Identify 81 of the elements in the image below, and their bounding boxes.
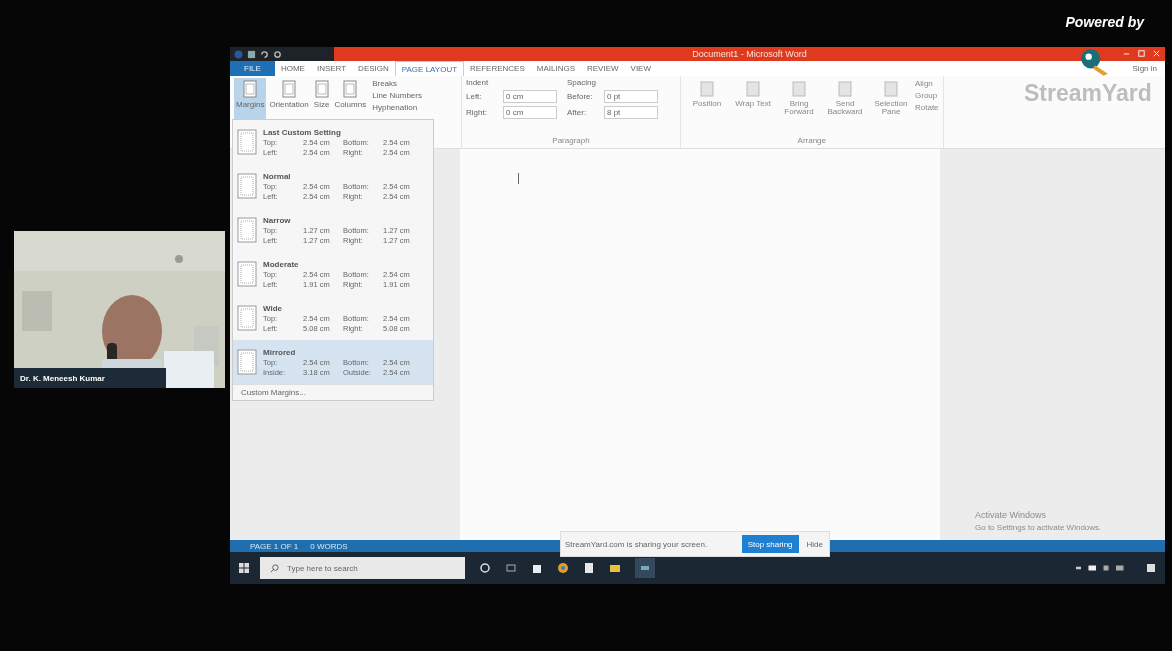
ribbon-tab[interactable]: INSERT xyxy=(310,61,353,76)
task-view-icon[interactable] xyxy=(505,562,517,574)
field-label: Right: xyxy=(466,108,488,117)
powered-by-label: Powered by xyxy=(1065,14,1144,30)
ribbon-button[interactable]: Size xyxy=(311,78,332,120)
margin-page-icon xyxy=(237,305,257,331)
spin-field[interactable]: 8 pt xyxy=(604,106,658,119)
participant-name: Dr. K. Meneesh Kumar xyxy=(14,368,166,388)
field-label: Before: xyxy=(567,92,594,101)
save-icon[interactable] xyxy=(247,49,256,59)
arrange-icon xyxy=(745,80,761,98)
ribbon-tab[interactable]: HOME xyxy=(274,61,311,76)
ribbon-button[interactable]: Selection Pane xyxy=(869,78,913,120)
share-message: StreamYard.com is sharing your screen. xyxy=(565,539,709,549)
ribbon-button[interactable]: Wrap Text xyxy=(731,78,775,120)
ribbon-button[interactable]: Columns xyxy=(332,78,369,120)
ribbon-menu-button[interactable]: Breaks xyxy=(372,79,422,88)
folder-icon[interactable] xyxy=(609,562,621,574)
page-icon xyxy=(242,80,259,98)
field-label: After: xyxy=(567,108,588,117)
ribbon-tab[interactable]: REFERENCES xyxy=(464,61,531,76)
ribbon-button[interactable]: Bring Forward xyxy=(777,78,821,120)
arrange-icon xyxy=(699,80,715,98)
redo-icon[interactable] xyxy=(273,49,282,59)
sign-in-link[interactable]: Sign in xyxy=(1132,64,1165,73)
activation-title: Activate Windows xyxy=(975,510,1048,520)
group-label: Arrange xyxy=(797,136,826,146)
arrange-icon xyxy=(791,80,807,98)
ribbon-button[interactable]: Margins xyxy=(234,78,267,120)
custom-margins-item[interactable]: Custom Margins... xyxy=(233,384,433,400)
app-window-icon[interactable] xyxy=(635,558,655,578)
hide-button[interactable]: Hide xyxy=(804,539,825,549)
ribbon-menu-button[interactable]: Hyphenation xyxy=(372,103,422,112)
spin-field[interactable]: 0 cm xyxy=(503,106,557,119)
group-label: Paragraph xyxy=(552,136,590,146)
chrome-icon[interactable] xyxy=(557,562,569,574)
page-icon xyxy=(342,80,359,98)
ribbon-tab[interactable]: DESIGN xyxy=(352,61,395,76)
spin-field[interactable]: 0 pt xyxy=(604,90,658,103)
margin-page-icon xyxy=(237,217,257,243)
windows-start-icon[interactable] xyxy=(238,562,250,574)
ribbon-button[interactable]: Orientation xyxy=(267,78,311,120)
taskbar-search-field[interactable]: Type here to search xyxy=(260,557,465,579)
close-icon[interactable] xyxy=(1152,49,1161,58)
group-heading: Spacing xyxy=(567,78,597,87)
ribbon-button[interactable]: Send Backward xyxy=(823,78,867,120)
arrange-icon xyxy=(837,80,853,98)
margin-page-icon xyxy=(237,129,257,155)
page-icon xyxy=(313,80,330,98)
field-label: Left: xyxy=(466,92,483,101)
group-heading: Indent xyxy=(466,78,490,87)
status-text: PAGE 1 OF 1 xyxy=(250,541,299,551)
status-text: 0 WORDS xyxy=(310,541,348,551)
ribbon-menu-button[interactable]: Line Numbers xyxy=(372,91,422,100)
undo-icon[interactable] xyxy=(260,49,269,59)
arrange-icon xyxy=(883,80,899,98)
notepad-icon[interactable] xyxy=(583,562,595,574)
margin-page-icon xyxy=(237,173,257,199)
ribbon-tab[interactable]: REVIEW xyxy=(581,61,625,76)
activation-text: Go to Settings to activate Windows. xyxy=(975,523,1102,532)
search-icon xyxy=(270,563,279,573)
spin-field[interactable]: 0 cm xyxy=(503,90,557,103)
cortana-icon[interactable] xyxy=(479,562,491,574)
stop-sharing-button[interactable]: Stop sharing xyxy=(741,535,799,553)
margin-page-icon xyxy=(237,261,257,287)
store-icon[interactable] xyxy=(531,562,543,574)
ribbon-menu-button[interactable]: Align xyxy=(915,79,939,88)
window-title: Document1 - Microsoft Word xyxy=(692,49,807,59)
word-logo-icon xyxy=(234,49,243,59)
margin-page-icon xyxy=(237,349,257,375)
page-icon xyxy=(281,80,297,98)
ribbon-menu-button[interactable]: Group xyxy=(915,91,939,100)
brand-watermark: StreamYard xyxy=(1024,80,1152,107)
ribbon-tab[interactable]: FILE xyxy=(230,61,275,76)
ribbon-tab[interactable]: MAILINGS xyxy=(530,61,581,76)
ribbon-menu-button[interactable]: Rotate xyxy=(915,103,939,112)
ribbon-tab[interactable]: VIEW xyxy=(624,61,657,76)
maximize-icon[interactable] xyxy=(1137,49,1146,58)
notifications-icon[interactable] xyxy=(1145,562,1157,574)
text-cursor xyxy=(518,173,519,184)
ribbon-button[interactable]: Position xyxy=(685,78,729,120)
